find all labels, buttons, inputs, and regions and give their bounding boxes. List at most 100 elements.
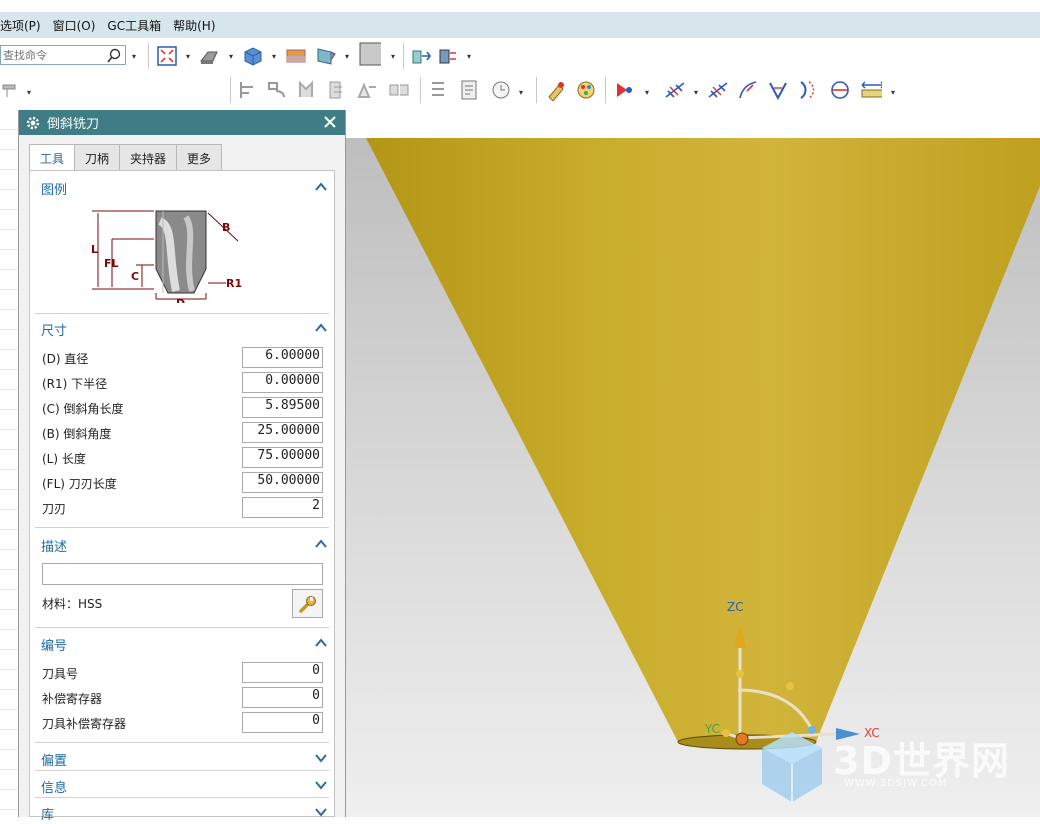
cutcom-register-input[interactable]: 0 xyxy=(242,712,323,733)
tab-holder[interactable]: 夹持器 xyxy=(119,144,178,171)
chevron-down-icon[interactable] xyxy=(314,751,328,765)
description-section-header[interactable]: 描述 xyxy=(30,534,334,556)
document-icon[interactable] xyxy=(458,79,480,101)
rotate-handle[interactable] xyxy=(786,682,794,690)
wcs-orient-icon[interactable] xyxy=(437,45,459,67)
dropdown-icon[interactable]: ▾ xyxy=(345,52,349,61)
measure-radius-icon[interactable] xyxy=(797,79,819,101)
y-handle[interactable] xyxy=(722,729,730,737)
tool-icon[interactable] xyxy=(0,79,22,101)
chevron-up-icon[interactable] xyxy=(314,636,328,650)
library-section-header[interactable]: 库 xyxy=(30,802,334,824)
description-input[interactable] xyxy=(42,563,323,585)
field-tool-number: 刀具号 0 xyxy=(30,662,334,684)
search-icon[interactable] xyxy=(106,48,122,67)
path-display-icon[interactable] xyxy=(237,79,259,101)
cube-view-icon[interactable] xyxy=(242,45,264,67)
field-label: (R1) 下半径 xyxy=(42,377,108,391)
info-section-label: 信息 xyxy=(41,780,68,796)
info-section-header[interactable]: 信息 xyxy=(30,775,334,797)
chevron-up-icon[interactable] xyxy=(314,321,328,335)
field-label: 刀具号 xyxy=(42,667,79,681)
field-label: (FL) 刀刃长度 xyxy=(42,477,117,491)
postprocess-icon[interactable] xyxy=(356,79,378,101)
watermark-title: 3D世界网 xyxy=(833,739,1010,783)
dropdown-icon[interactable]: ▾ xyxy=(272,52,276,61)
move-object-icon[interactable] xyxy=(410,45,432,67)
tool-number-input[interactable]: 0 xyxy=(242,662,323,683)
shaded-render-icon[interactable] xyxy=(199,45,221,67)
dropdown-icon[interactable]: ▾ xyxy=(186,52,190,61)
list-info-icon[interactable] xyxy=(428,79,450,101)
dropdown-icon[interactable]: ▾ xyxy=(891,88,895,97)
graphics-viewport[interactable]: ZC XC YC xyxy=(346,138,1040,817)
fit-view-icon[interactable] xyxy=(156,45,178,67)
cone-tool-model[interactable] xyxy=(366,138,1040,742)
description-section-label: 描述 xyxy=(41,539,68,555)
legend-section-label: 图例 xyxy=(41,182,68,198)
length-input[interactable]: 75.00000 xyxy=(242,447,323,468)
background-icon[interactable] xyxy=(285,45,307,67)
tab-holder-shank[interactable]: 刀柄 xyxy=(74,144,121,171)
menu-bar: 选项(P) 窗口(O) GC工具箱 帮助(H) xyxy=(0,12,1040,38)
dialog-tabs: 工具 刀柄 夹持器 更多 xyxy=(29,144,223,172)
numbering-section-header[interactable]: 编号 xyxy=(30,633,334,655)
dropdown-icon[interactable]: ▾ xyxy=(519,88,523,97)
time-icon[interactable] xyxy=(490,79,512,101)
dropdown-icon[interactable]: ▾ xyxy=(27,88,31,97)
field-flutes: 刀刃 2 xyxy=(30,497,334,519)
offset-section-header[interactable]: 偏置 xyxy=(30,748,334,770)
section-view-icon[interactable] xyxy=(315,45,337,67)
shop-doc-icon[interactable] xyxy=(388,79,410,101)
replay-icon[interactable] xyxy=(266,79,288,101)
ruler-icon[interactable] xyxy=(860,79,882,101)
command-search[interactable] xyxy=(0,45,126,65)
menu-gc-toolbox[interactable]: GC工具箱 xyxy=(101,17,167,34)
tab-more[interactable]: 更多 xyxy=(176,144,223,171)
origin-handle[interactable] xyxy=(735,732,749,746)
chevron-up-icon[interactable] xyxy=(314,180,328,194)
adjust-register-input[interactable]: 0 xyxy=(242,687,323,708)
simulate-icon[interactable] xyxy=(326,79,348,101)
material-select-button[interactable] xyxy=(292,589,323,618)
chevron-down-icon[interactable] xyxy=(314,778,328,792)
measure-arc-icon[interactable] xyxy=(737,79,759,101)
menu-window[interactable]: 窗口(O) xyxy=(47,17,102,34)
palette-icon[interactable] xyxy=(575,79,597,101)
legend-label-c: C xyxy=(131,270,139,283)
dimensions-section-header[interactable]: 尺寸 xyxy=(30,318,334,340)
measure-circle-icon[interactable] xyxy=(829,79,851,101)
flute-length-input[interactable]: 50.00000 xyxy=(242,472,323,493)
measure-distance-icon[interactable] xyxy=(664,79,686,101)
material-label: 材料：HSS xyxy=(42,597,103,611)
diameter-input[interactable]: 6.00000 xyxy=(242,347,323,368)
command-search-input[interactable] xyxy=(1,47,105,63)
chamfer-angle-input[interactable]: 25.00000 xyxy=(242,422,323,443)
dropdown-icon[interactable]: ▾ xyxy=(467,52,471,61)
verify-icon[interactable] xyxy=(296,79,318,101)
z-handle[interactable] xyxy=(736,670,744,678)
dropdown-icon[interactable]: ▾ xyxy=(391,52,395,61)
dialog-titlebar[interactable]: 倒斜铣刀 xyxy=(19,110,345,135)
dropdown-icon[interactable]: ▾ xyxy=(645,88,649,97)
chamfer-length-input[interactable]: 5.89500 xyxy=(242,397,323,418)
dropdown-icon[interactable]: ▾ xyxy=(694,88,698,97)
tab-tool[interactable]: 工具 xyxy=(29,144,76,172)
lower-radius-input[interactable]: 0.00000 xyxy=(242,372,323,393)
flutes-input[interactable]: 2 xyxy=(242,497,323,518)
legend-section-header[interactable]: 图例 xyxy=(30,177,334,199)
close-icon[interactable] xyxy=(321,113,339,131)
dropdown-icon[interactable]: ▾ xyxy=(229,52,233,61)
search-dropdown-icon[interactable]: ▾ xyxy=(132,52,136,61)
measure-angle-icon[interactable] xyxy=(767,79,789,101)
section-divider xyxy=(35,313,329,314)
legend-label-b: B xyxy=(222,221,230,234)
snap-point-icon[interactable] xyxy=(613,79,635,101)
chevron-up-icon[interactable] xyxy=(314,537,328,551)
legend-label-d: D xyxy=(176,297,185,303)
layer-visibility-icon[interactable] xyxy=(359,42,381,66)
measure-pen-icon[interactable] xyxy=(545,79,567,101)
menu-help[interactable]: 帮助(H) xyxy=(167,17,221,34)
menu-options[interactable]: 选项(P) xyxy=(0,17,47,34)
measure-length-icon[interactable] xyxy=(707,79,729,101)
